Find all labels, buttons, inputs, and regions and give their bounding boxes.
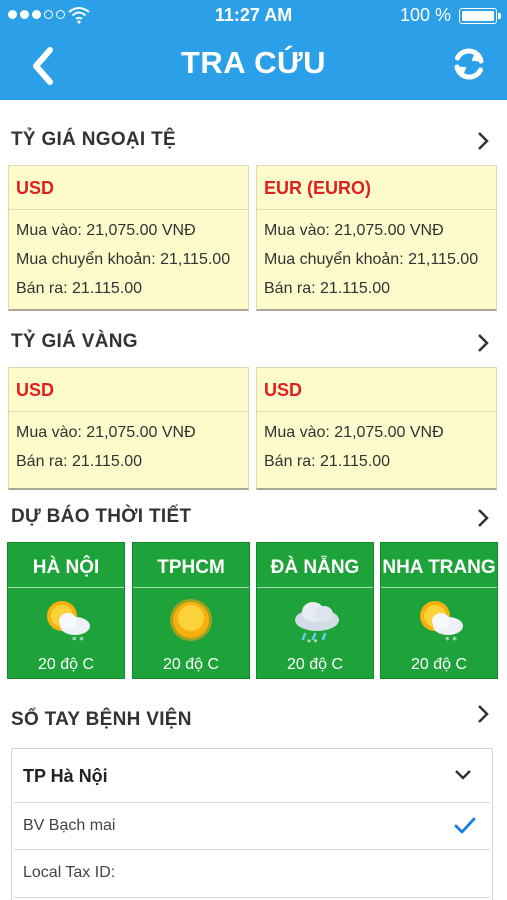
hospital-option-bachmai[interactable]: BV Bạch mai [12, 803, 492, 850]
cloud-rain-snow-icon: * * [295, 602, 339, 646]
weather-tile-tphcm[interactable]: TPHCM 20 độ C [132, 542, 250, 679]
chevron-right-icon [478, 509, 489, 527]
currency-name: USD [9, 166, 248, 210]
chevron-down-icon [455, 770, 471, 780]
hospital-section-title: SỔ TAY BỆNH VIỆN [11, 709, 192, 730]
svg-text:* *: * * [445, 636, 457, 646]
chevron-right-icon [478, 132, 489, 150]
chevron-right-icon [478, 705, 489, 723]
hospital-section-header[interactable]: SỔ TAY BỆNH VIỆN [0, 697, 507, 737]
city-dropdown-label: TP Hà Nội [23, 766, 108, 786]
weather-tile-danang[interactable]: ĐÀ NẴNG * * 20 độ C [256, 542, 374, 679]
partly-cloudy-snow-icon: * * [47, 601, 90, 646]
buy-rate: Mua vào: 21,075.00 VNĐ [264, 424, 444, 441]
city-name: NHA TRANG [381, 543, 497, 588]
exchange-section-header[interactable]: TỶ GIÁ NGOẠI TỆ [0, 119, 507, 159]
hospital-option-tax[interactable]: Local Tax ID: [12, 850, 492, 897]
transfer-rate: Mua chuyển khoản: 21,115.00 [264, 251, 479, 268]
hospital-option-label: BV Bạch mai [23, 817, 116, 834]
gold-section-title: TỶ GIÁ VÀNG [11, 331, 138, 352]
city-name: ĐÀ NẴNG [257, 543, 373, 588]
checkmark-icon [454, 817, 476, 834]
currency-name: USD [257, 368, 496, 412]
svg-text:* *: * * [307, 638, 318, 646]
divider [14, 897, 490, 898]
sell-rate: Bán ra: 21.115.00 [264, 280, 391, 297]
exchange-card-eur[interactable]: EUR (EURO) Mua vào: 21,075.00 VNĐ Mua ch… [256, 165, 497, 311]
currency-name: EUR (EURO) [257, 166, 496, 210]
hospital-list: TP Hà Nội BV Bạch mai Local Tax ID: [11, 748, 493, 900]
temperature: 20 độ C [410, 656, 468, 673]
hospital-option-label: Local Tax ID: [23, 864, 116, 881]
top-bar: 11:27 AM 100 % TRA CỨU [0, 0, 507, 100]
svg-text:* *: * * [72, 636, 84, 646]
city-name: HÀ NỘI [8, 543, 124, 588]
transfer-rate: Mua chuyển khoản: 21,115.00 [16, 251, 231, 268]
weather-section-title: DỰ BÁO THỜI TIẾT [11, 506, 192, 527]
currency-name: USD [9, 368, 248, 412]
partly-cloudy-snow-icon: * * [420, 601, 463, 646]
weather-tile-hanoi[interactable]: HÀ NỘI * * 20 độ C [7, 542, 125, 679]
exchange-card-usd[interactable]: USD Mua vào: 21,075.00 VNĐ Mua chuyển kh… [8, 165, 249, 311]
buy-rate: Mua vào: 21,075.00 VNĐ [16, 424, 196, 441]
temperature: 20 độ C [286, 656, 344, 673]
battery-icon [459, 8, 501, 24]
status-bar: 11:27 AM 100 % [0, 0, 507, 32]
city-name: TPHCM [133, 543, 249, 588]
sunny-icon [170, 599, 212, 641]
sell-rate: Bán ra: 21.115.00 [264, 453, 391, 470]
city-dropdown[interactable]: TP Hà Nội [12, 749, 492, 803]
sell-rate: Bán ra: 21.115.00 [16, 453, 143, 470]
weather-tile-nhatrang[interactable]: NHA TRANG * * 20 độ C [380, 542, 498, 679]
page-title: TRA CỨU [180, 45, 327, 80]
buy-rate: Mua vào: 21,075.00 VNĐ [264, 222, 444, 239]
exchange-section-title: TỶ GIÁ NGOẠI TỆ [11, 129, 176, 150]
gold-section-header[interactable]: TỶ GIÁ VÀNG [0, 321, 507, 361]
weather-section-header[interactable]: DỰ BÁO THỜI TIẾT [0, 496, 507, 536]
refresh-button[interactable] [449, 44, 489, 84]
temperature: 20 độ C [37, 656, 95, 673]
gold-card-1[interactable]: USD Mua vào: 21,075.00 VNĐ Bán ra: 21.11… [8, 367, 249, 490]
battery-percent: 100 % [399, 5, 451, 25]
gold-card-2[interactable]: USD Mua vào: 21,075.00 VNĐ Bán ra: 21.11… [256, 367, 497, 490]
chevron-right-icon [478, 334, 489, 352]
sell-rate: Bán ra: 21.115.00 [16, 280, 143, 297]
buy-rate: Mua vào: 21,075.00 VNĐ [16, 222, 196, 239]
temperature: 20 độ C [162, 656, 220, 673]
